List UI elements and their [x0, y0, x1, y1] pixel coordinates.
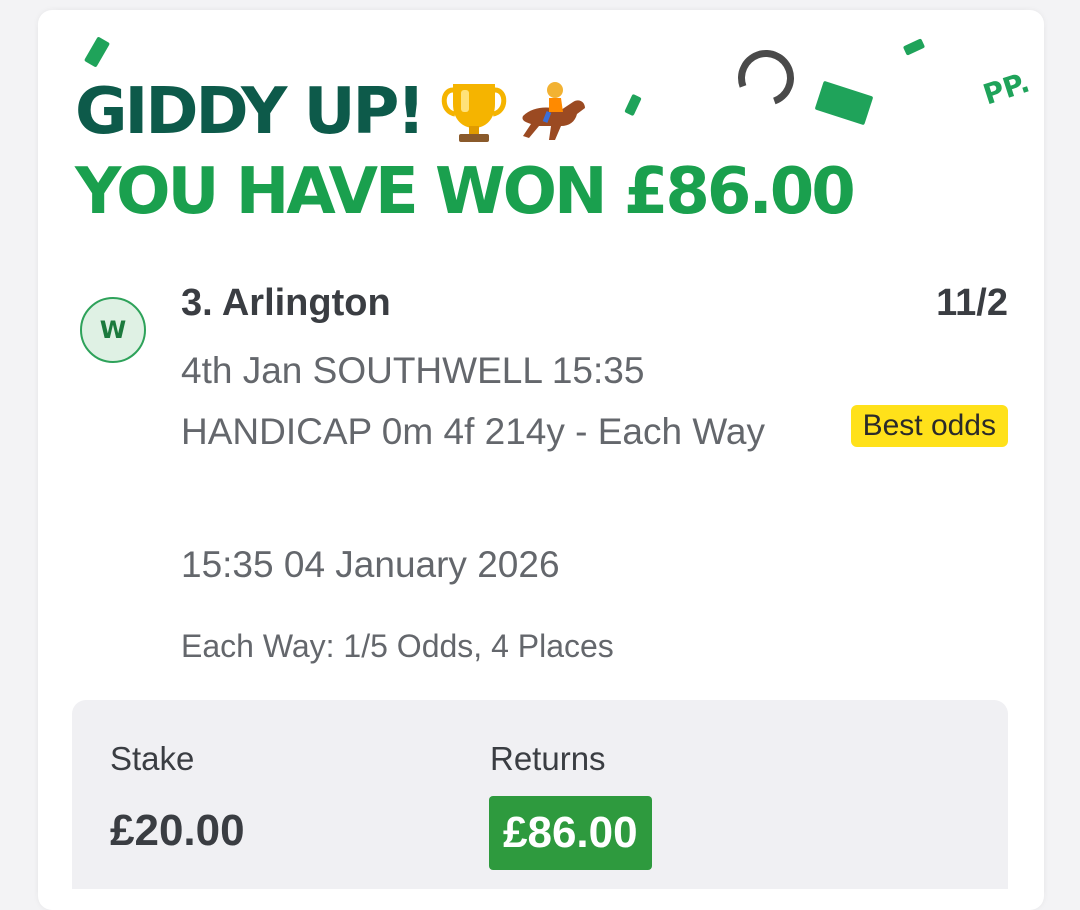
- winnings-headline: YOU HAVE WON £86.00: [75, 155, 856, 229]
- best-odds-badge: Best odds: [850, 405, 1008, 447]
- returns-label: Returns: [490, 740, 606, 777]
- each-way-terms: Each Way: 1/5 Odds, 4 Places: [181, 628, 614, 664]
- event-description: 4th Jan SOUTHWELL 15:35 HANDICAP 0m 4f 2…: [181, 350, 765, 452]
- headline-celebration: GIDDY UP!: [75, 76, 593, 148]
- event-datetime: 15:35 04 January 2026: [181, 544, 560, 585]
- stake-value: £20.00: [110, 806, 245, 855]
- horseshoe-icon: [728, 40, 804, 116]
- returns-value: £86.00: [489, 796, 652, 870]
- headline-line1: GIDDY UP!: [75, 75, 426, 149]
- money-confetti-icon: [902, 38, 926, 56]
- money-confetti-icon: [624, 93, 642, 117]
- bet-result-card: PP. GIDDY UP! YOU HAVE WON £86.00 W 3. A…: [38, 10, 1044, 910]
- stake-label: Stake: [110, 740, 195, 777]
- horse-racing-icon: [515, 76, 593, 148]
- selection-name: 3. Arlington: [181, 282, 391, 324]
- selection-odds: 11/2: [936, 282, 1008, 324]
- trophy-icon: [435, 76, 513, 148]
- money-confetti-icon: [814, 80, 874, 126]
- money-confetti-icon: [83, 36, 111, 68]
- brand-mark: PP.: [979, 65, 1034, 112]
- win-result-badge: W: [80, 297, 146, 363]
